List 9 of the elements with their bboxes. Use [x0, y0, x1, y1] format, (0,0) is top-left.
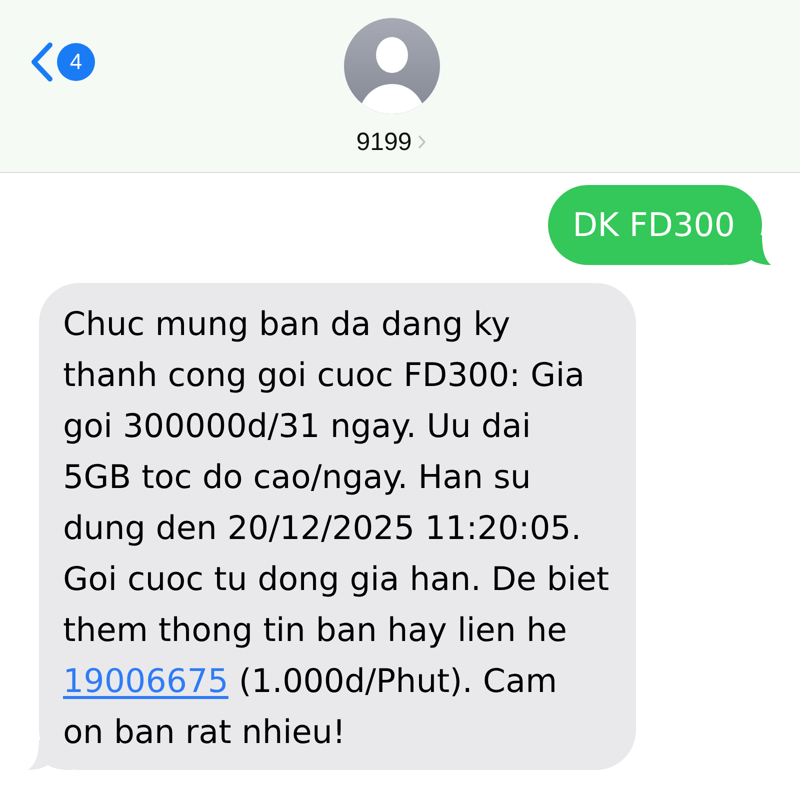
avatar-icon[interactable]	[344, 18, 440, 114]
chevron-right-icon[interactable]	[418, 135, 426, 149]
phone-link[interactable]: 19006675	[63, 662, 228, 700]
unread-count-badge: 4	[57, 43, 95, 81]
contact-name[interactable]: 9199	[356, 127, 412, 157]
back-button[interactable]: 4	[30, 42, 95, 82]
message-text: Chuc mung ban da dang ky thanh cong goi cuoc FD300: Gia goi 300000d/31 ngay. Uu dai 5GB toc do cao/ngay. Han su dung den 20/12/2025 11:20:05. Goi cuoc tu dong gia han. De biet them thong tin ban hay lien he 19006675 (1.000d/Phut). Cam on ban rat nhieu!	[63, 304, 610, 753]
message-text: DK FD300	[572, 204, 735, 246]
chevron-left-icon	[30, 42, 54, 82]
